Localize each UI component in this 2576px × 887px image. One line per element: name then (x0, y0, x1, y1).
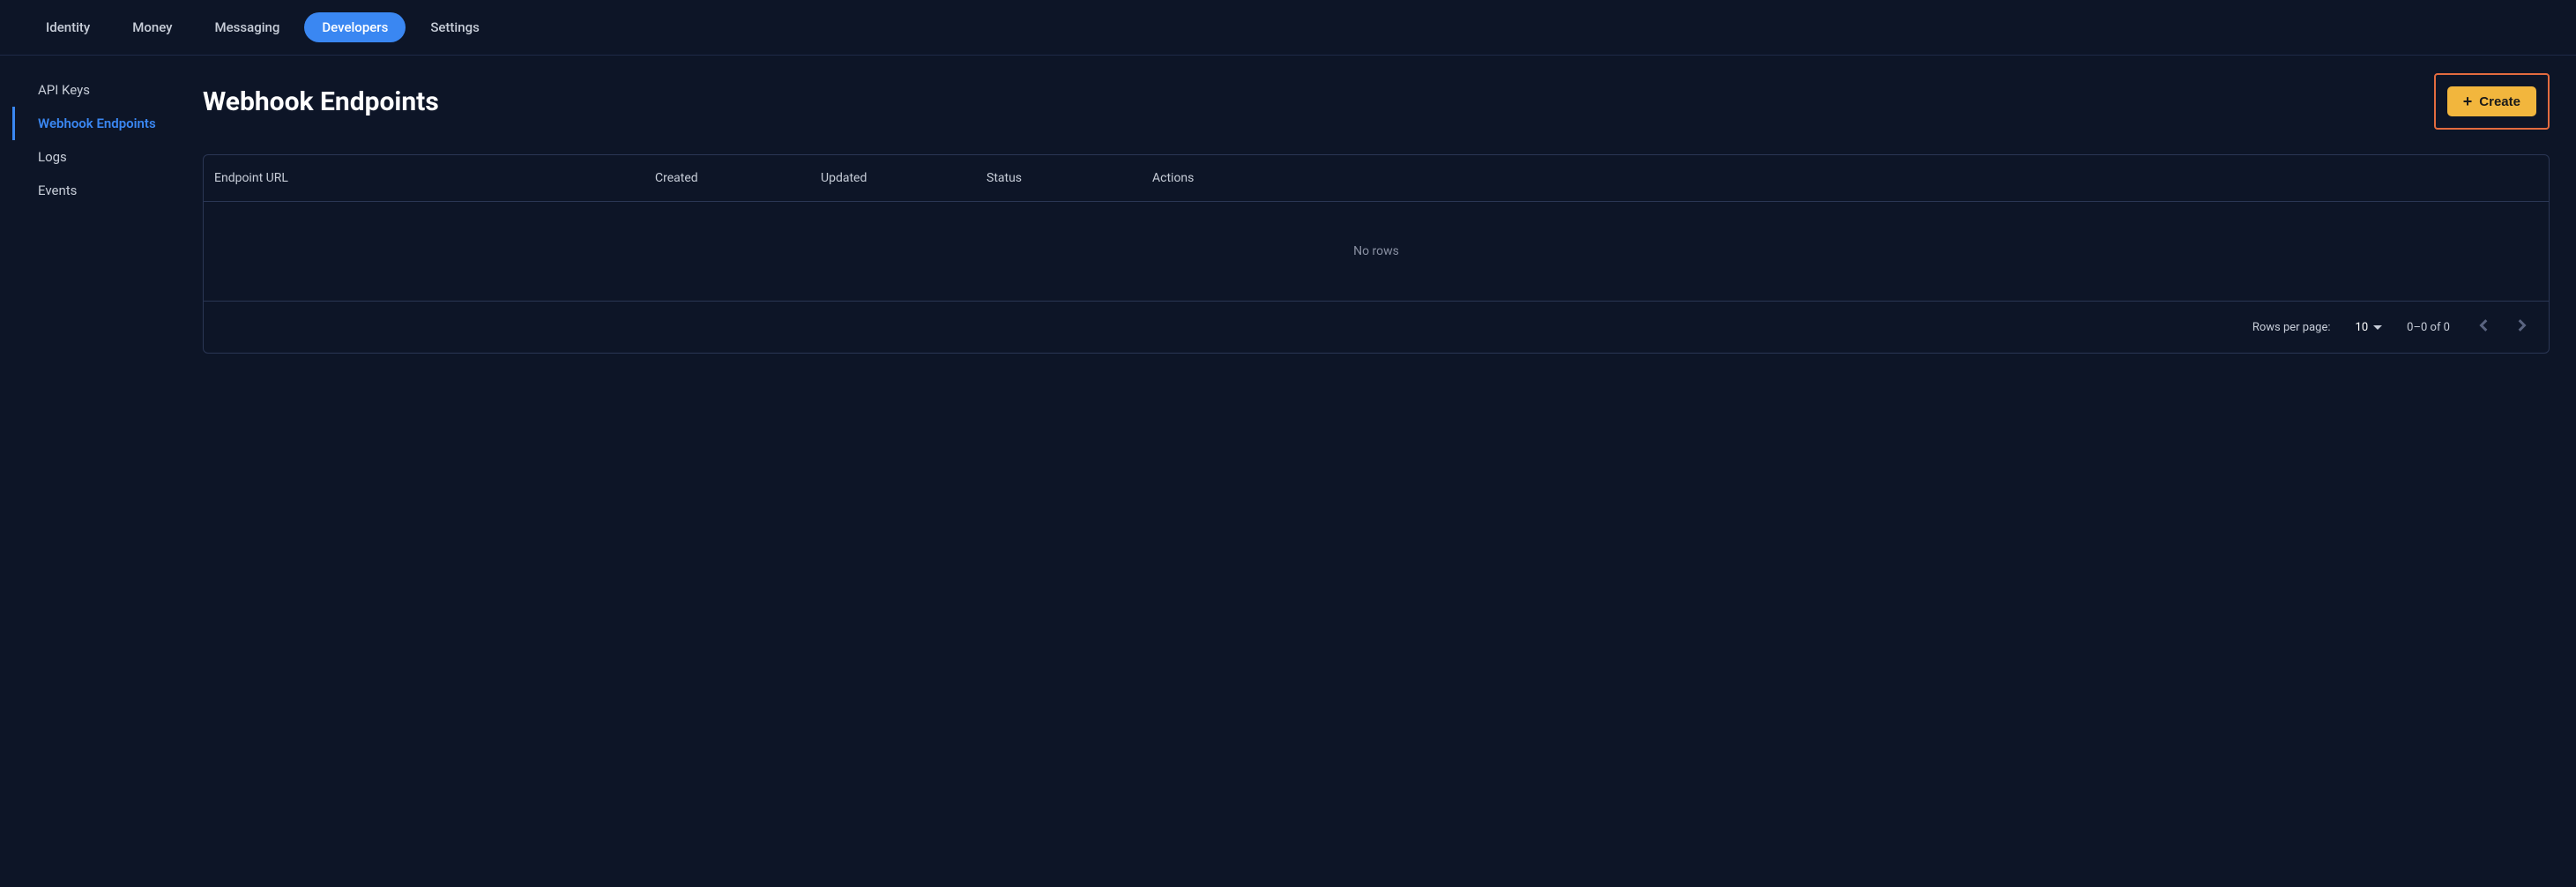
nav-settings[interactable]: Settings (413, 12, 497, 42)
sidebar-item-logs[interactable]: Logs (12, 140, 203, 174)
page-header: Webhook Endpoints + Create (203, 73, 2550, 130)
table-body: No rows (204, 202, 2549, 301)
column-header-created: Created (655, 171, 821, 185)
sidebar: API Keys Webhook Endpoints Logs Events (0, 73, 203, 354)
table-footer: Rows per page: 10 0–0 of 0 (204, 301, 2549, 353)
nav-messaging[interactable]: Messaging (197, 12, 298, 42)
rows-per-page-value: 10 (2356, 321, 2369, 334)
sidebar-item-events[interactable]: Events (12, 174, 203, 207)
create-highlight-box: + Create (2434, 73, 2550, 130)
chevron-left-icon (2478, 319, 2490, 332)
nav-identity[interactable]: Identity (28, 12, 108, 42)
chevron-right-icon (2515, 319, 2528, 332)
pagination-controls (2475, 316, 2531, 339)
sidebar-item-api-keys[interactable]: API Keys (12, 73, 203, 107)
main-content: Webhook Endpoints + Create Endpoint URL … (203, 73, 2576, 354)
table-empty-message: No rows (1353, 244, 1399, 258)
sidebar-item-webhook-endpoints[interactable]: Webhook Endpoints (12, 107, 203, 140)
rows-per-page-label: Rows per page: (2252, 321, 2331, 334)
create-button-label: Create (2479, 94, 2520, 109)
column-header-endpoint-url: Endpoint URL (214, 171, 655, 185)
nav-developers[interactable]: Developers (304, 12, 406, 42)
chevron-down-icon (2373, 325, 2382, 330)
webhook-table: Endpoint URL Created Updated Status Acti… (203, 154, 2550, 354)
pagination-range: 0–0 of 0 (2407, 321, 2450, 334)
column-header-actions: Actions (1152, 171, 2538, 185)
plus-icon: + (2463, 93, 2473, 109)
table-header-row: Endpoint URL Created Updated Status Acti… (204, 155, 2549, 202)
pagination-prev-button[interactable] (2475, 316, 2494, 339)
top-nav: Identity Money Messaging Developers Sett… (0, 0, 2576, 56)
pagination-next-button[interactable] (2512, 316, 2531, 339)
page-title: Webhook Endpoints (203, 86, 439, 117)
rows-per-page-select[interactable]: 10 (2356, 321, 2383, 334)
create-button[interactable]: + Create (2447, 86, 2536, 116)
column-header-status: Status (986, 171, 1152, 185)
nav-money[interactable]: Money (115, 12, 190, 42)
column-header-updated: Updated (821, 171, 986, 185)
